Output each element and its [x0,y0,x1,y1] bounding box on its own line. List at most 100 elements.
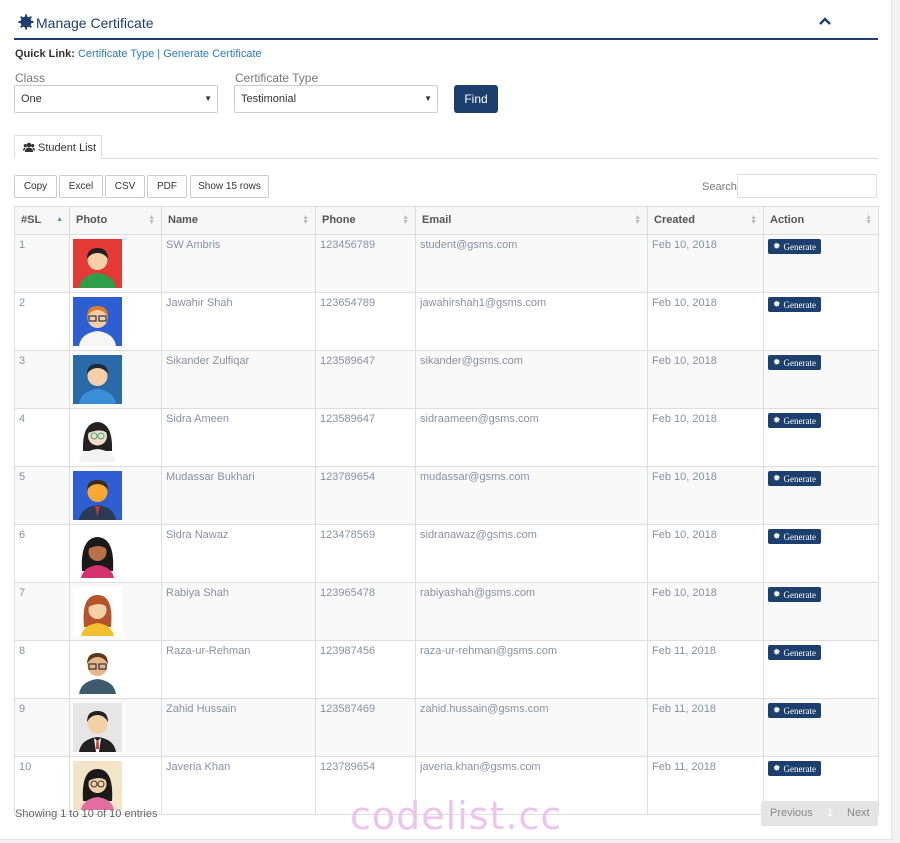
cell-email: student@gsms.com [415,234,648,293]
cell-photo [69,466,162,525]
cell-sl: 7 [14,582,70,641]
pdf-button[interactable]: PDF [147,175,187,198]
column-header-sl[interactable]: #SL ▲ [14,206,70,235]
cell-sl: 4 [14,408,70,467]
cell-action: ✹ Generate [763,234,879,293]
column-header-phone[interactable]: Phone ▲ ▼ [315,206,416,235]
cell-phone: 123587469 [315,698,416,757]
gear-icon [18,14,34,30]
next-page-button[interactable]: Next [847,807,870,819]
cell-phone: 123589647 [315,350,416,409]
student-avatar [73,587,122,636]
gear-icon: ✹ [773,531,781,541]
table-row: 6 Sidra Nawaz 123478569 sidranawaz@gsms.… [14,524,879,583]
cell-phone: 123478569 [315,524,416,583]
caret-down-icon: ▼ [204,94,212,103]
table-row: 4 Sidra Ameen 123589647 sidraameen@gsms.… [14,408,879,467]
student-avatar [73,703,122,752]
class-select[interactable]: One ▼ [14,85,218,113]
cell-sl: 5 [14,466,70,525]
cell-created: Feb 11, 2018 [647,756,764,815]
certificate-type-value: Testimonial [241,93,297,105]
column-header-created[interactable]: Created ▲ ▼ [647,206,764,235]
generate-button[interactable]: ✹ Generate [768,645,822,660]
tab-bar-line [14,158,878,159]
cell-created: Feb 11, 2018 [647,640,764,699]
generate-button[interactable]: ✹ Generate [768,761,822,776]
cell-action: ✹ Generate [763,292,879,351]
chevron-up-icon[interactable] [816,12,834,30]
cell-name: Mudassar Bukhari [161,466,316,525]
column-header-name[interactable]: Name ▲ ▼ [161,206,316,235]
generate-button[interactable]: ✹ Generate [768,413,822,428]
cell-name: SW Ambris [161,234,316,293]
cell-sl: 1 [14,234,70,293]
cell-created: Feb 10, 2018 [647,234,764,293]
cell-action: ✹ Generate [763,524,879,583]
gear-icon: ✹ [773,357,781,367]
cell-name: Jawahir Shah [161,292,316,351]
student-avatar [73,761,122,810]
cell-photo [69,292,162,351]
cell-created: Feb 10, 2018 [647,524,764,583]
cell-sl: 9 [14,698,70,757]
cell-action: ✹ Generate [763,698,879,757]
certificate-type-link[interactable]: Certificate Type [78,48,154,60]
cell-name: Javeria Khan [161,756,316,815]
cell-action: ✹ Generate [763,350,879,409]
generate-certificate-link[interactable]: Generate Certificate [163,48,261,60]
student-avatar [73,529,122,578]
cell-sl: 10 [14,756,70,815]
tab-student-list[interactable]: Student List [14,135,102,159]
cell-created: Feb 10, 2018 [647,582,764,641]
cell-email: sikander@gsms.com [415,350,648,409]
column-header-photo[interactable]: Photo ▲ ▼ [69,206,162,235]
certificate-type-label: Certificate Type [235,71,319,85]
cell-action: ✹ Generate [763,408,879,467]
excel-button[interactable]: Excel [59,175,103,198]
certificate-type-select[interactable]: Testimonial ▼ [234,85,438,113]
cell-phone: 123589647 [315,408,416,467]
cell-email: sidraameen@gsms.com [415,408,648,467]
sort-icon: ▲ ▼ [148,214,155,226]
sort-icon: ▲ ▼ [865,214,872,226]
cell-photo [69,698,162,757]
column-header-email[interactable]: Email ▲ ▼ [415,206,648,235]
column-header-action[interactable]: Action ▲ ▼ [763,206,879,235]
generate-button[interactable]: ✹ Generate [768,587,822,602]
cell-phone: 123965478 [315,582,416,641]
copy-button[interactable]: Copy [14,175,57,198]
page-number-1[interactable]: 1 [827,807,833,819]
student-avatar [73,471,122,520]
cell-photo [69,234,162,293]
cell-created: Feb 11, 2018 [647,698,764,757]
link-separator: | [157,48,161,60]
generate-button[interactable]: ✹ Generate [768,297,822,312]
cell-name: Zahid Hussain [161,698,316,757]
table-row: 9 Zahid Hussain 123587469 zahid.hussain@… [14,698,879,757]
table-header-row: #SL ▲ Photo ▲ ▼ Name ▲ ▼ Phone ▲ ▼ Email ▲ ▼ Crea… [14,206,879,235]
quick-link-label: Quick Link: [15,48,75,60]
cell-name: Sidra Nawaz [161,524,316,583]
cell-phone: 123987456 [315,640,416,699]
table-row: 7 Rabiya Shah 123965478 rabiyashah@gsms.… [14,582,879,641]
student-avatar [73,297,122,346]
student-avatar [73,645,122,694]
student-avatar [73,239,122,288]
cell-name: Rabiya Shah [161,582,316,641]
cell-photo [69,640,162,699]
generate-button[interactable]: ✹ Generate [768,703,822,718]
generate-button[interactable]: ✹ Generate [768,355,822,370]
csv-button[interactable]: CSV [105,175,145,198]
sort-icon: ▲ ▼ [750,214,757,226]
show-rows-button[interactable]: Show 15 rows [190,175,269,198]
generate-button[interactable]: ✹ Generate [768,239,822,254]
generate-button[interactable]: ✹ Generate [768,471,822,486]
search-label: Search: [702,181,740,193]
tab-label: Student List [38,142,97,154]
cell-name: Sidra Ameen [161,408,316,467]
find-button[interactable]: Find [454,85,498,113]
generate-button[interactable]: ✹ Generate [768,529,822,544]
previous-page-button[interactable]: Previous [770,807,813,819]
search-input[interactable] [737,174,877,198]
